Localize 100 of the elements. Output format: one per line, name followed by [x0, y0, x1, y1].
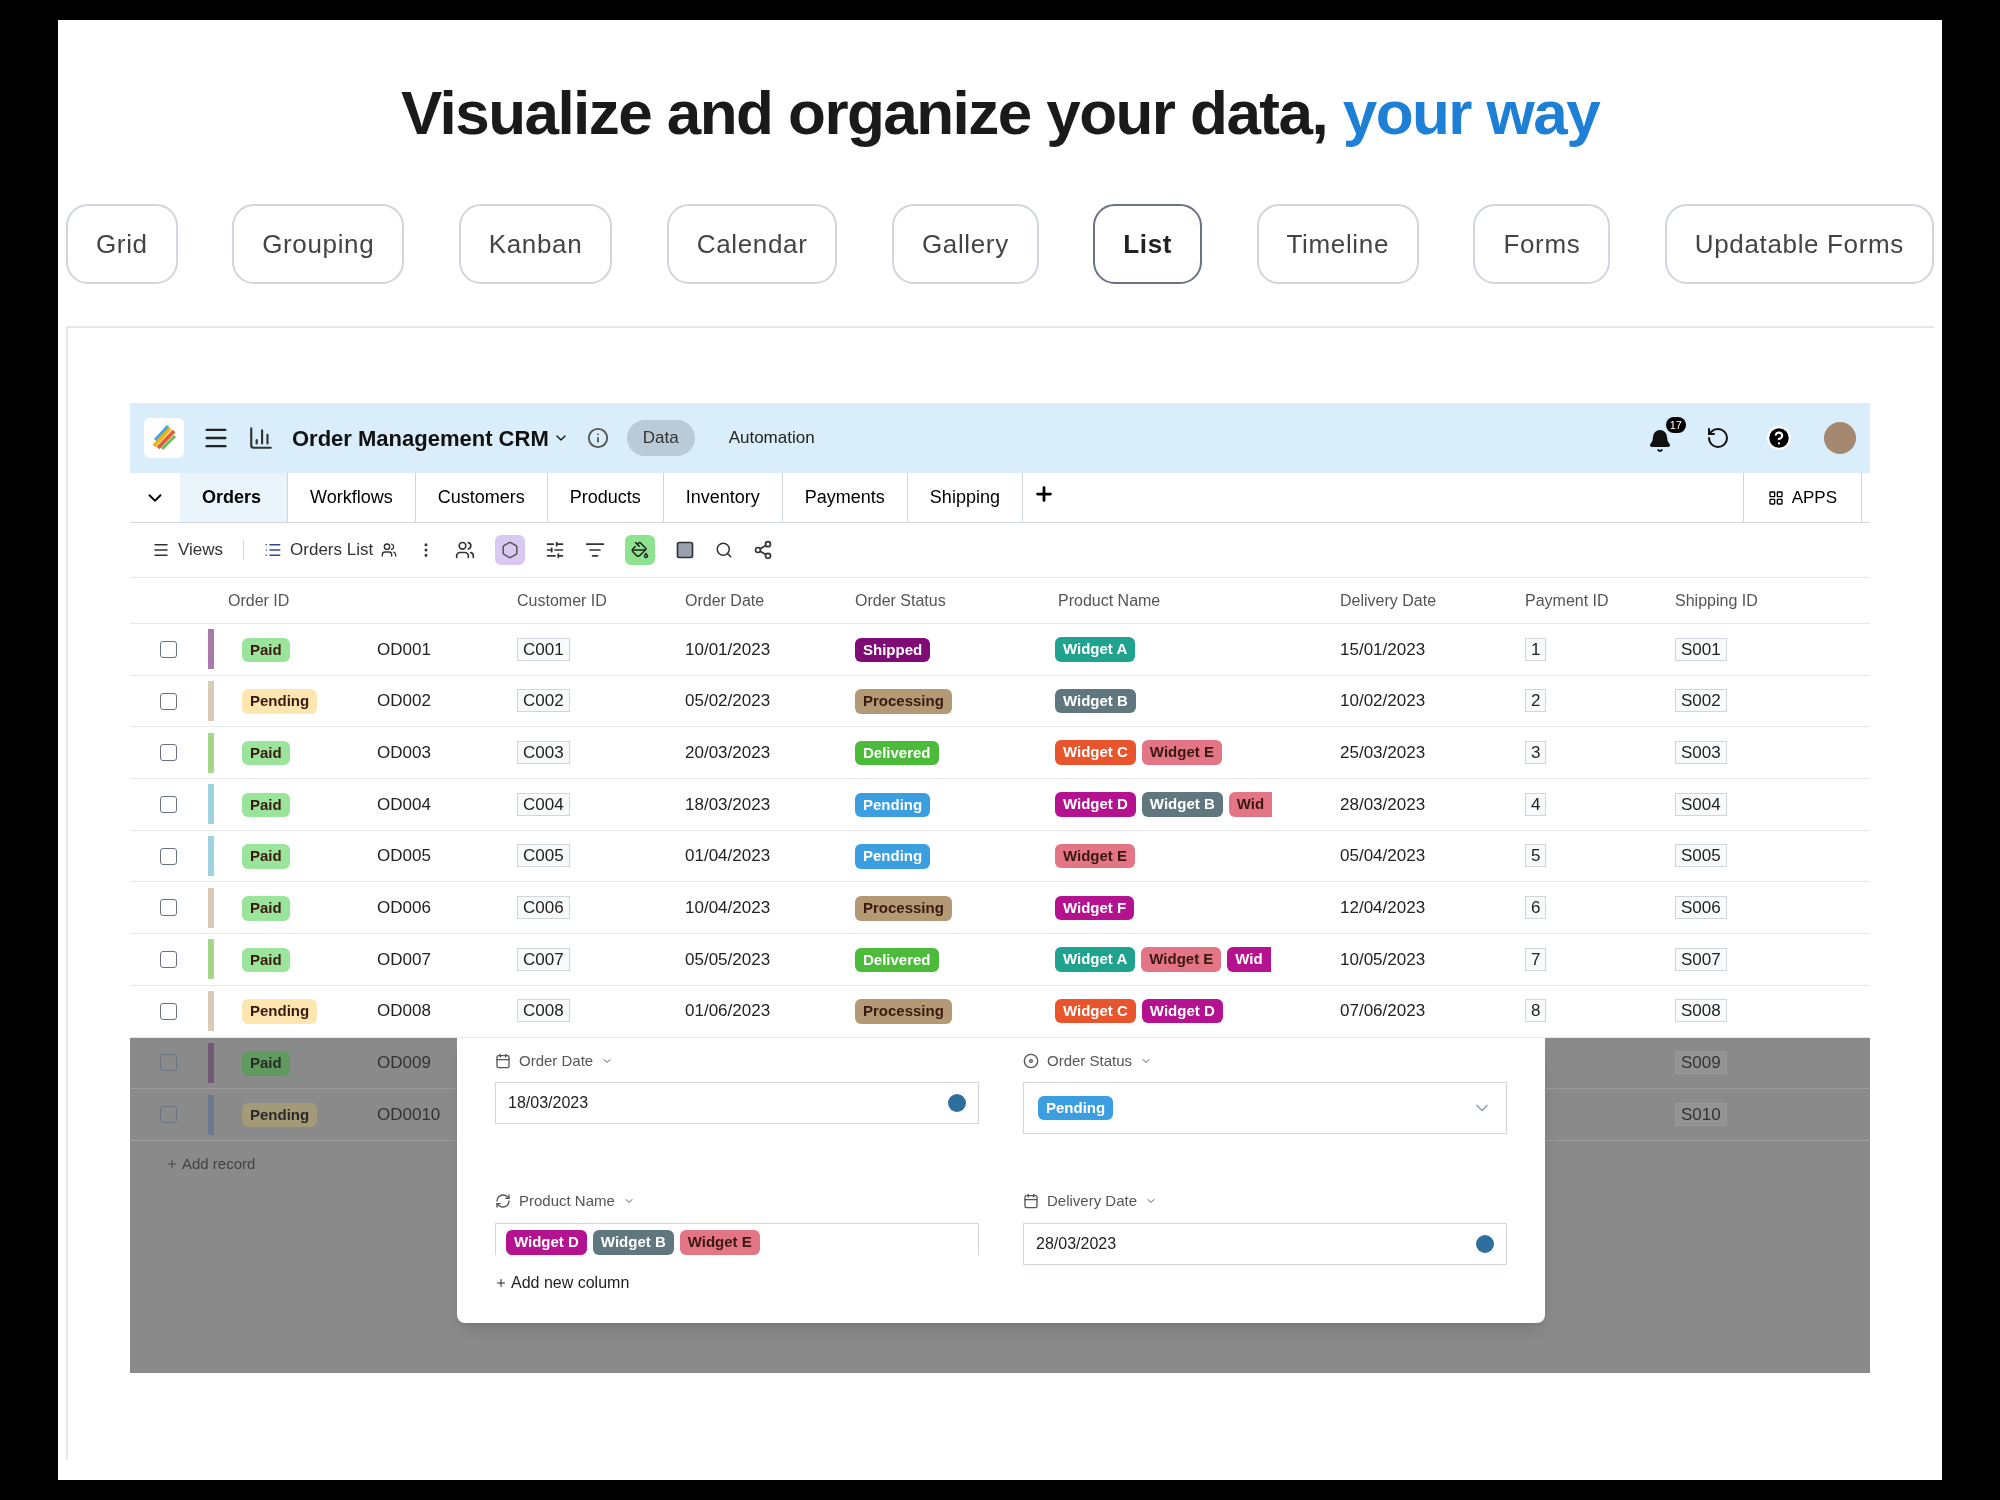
- menu-icon: [152, 541, 170, 559]
- column-header[interactable]: Payment ID: [1525, 588, 1675, 613]
- view-tab[interactable]: Gallery: [891, 204, 1039, 284]
- column-header[interactable]: Order Date: [685, 588, 855, 613]
- row-checkbox[interactable]: [160, 692, 177, 710]
- tag: Widget E: [1141, 947, 1222, 972]
- customer-id-chip: C006: [517, 896, 570, 920]
- shipping-id-chip: S007: [1675, 947, 1727, 971]
- tag: Widget D: [1141, 998, 1223, 1024]
- tag: Delivered: [855, 740, 939, 766]
- filter-icon[interactable]: [585, 540, 606, 560]
- row-checkbox[interactable]: [160, 950, 177, 968]
- view-tab[interactable]: List: [1093, 204, 1203, 284]
- tag: Wid: [1227, 947, 1271, 972]
- view-tab[interactable]: Updatable Forms: [1664, 204, 1934, 284]
- view-tab[interactable]: Kanban: [458, 204, 613, 284]
- row-checkbox[interactable]: [160, 1054, 177, 1072]
- shipping-id-chip: S010: [1675, 1102, 1727, 1126]
- info-icon[interactable]: [586, 427, 609, 449]
- shipping-id-chip: S003: [1675, 740, 1727, 764]
- list-icon: [264, 541, 283, 559]
- column-header[interactable]: Shipping ID: [1675, 588, 1855, 613]
- view-selector[interactable]: Orders List: [264, 537, 398, 563]
- bar-chart-icon[interactable]: [248, 425, 274, 451]
- field-label[interactable]: Delivery Date: [1023, 1190, 1507, 1213]
- column-header[interactable]: Order Status: [855, 588, 1055, 613]
- avatar[interactable]: [1824, 422, 1856, 454]
- tag: Processing: [855, 689, 952, 714]
- view-tab[interactable]: Calendar: [666, 204, 838, 284]
- row-checkbox[interactable]: [160, 1002, 177, 1020]
- view-tab[interactable]: Grid: [66, 204, 178, 284]
- shipping-id-chip: S009: [1675, 1051, 1727, 1075]
- add-column-button[interactable]: Add new column: [495, 1270, 630, 1295]
- tag: Delivered: [855, 947, 939, 973]
- tag: Paid: [242, 896, 290, 921]
- tag: Processing: [855, 896, 952, 921]
- column-header[interactable]: Delivery Date: [1340, 588, 1525, 613]
- apps-button[interactable]: APPS: [1742, 473, 1862, 522]
- field-label[interactable]: Order Date: [495, 1049, 979, 1072]
- date-field[interactable]: 28/03/2023: [1023, 1222, 1507, 1265]
- field-label[interactable]: Product Name: [495, 1190, 979, 1213]
- tag: Pending: [242, 1102, 318, 1128]
- row-checkbox[interactable]: [160, 640, 177, 658]
- table-cell-text: 12/04/2023: [1340, 897, 1427, 920]
- tag: Widget C: [1055, 740, 1136, 765]
- table-cell-text: 05/04/2023: [1340, 845, 1427, 868]
- table-cell-text: 10/05/2023: [1340, 948, 1427, 971]
- sliders-icon[interactable]: [545, 540, 566, 560]
- view-tab[interactable]: Grouping: [232, 204, 405, 284]
- tag: Wid: [1228, 792, 1273, 817]
- shipping-id-chip: S008: [1675, 999, 1727, 1023]
- tag: Widget B: [592, 1230, 674, 1255]
- view-tab[interactable]: Forms: [1473, 204, 1611, 284]
- row-checkbox[interactable]: [160, 847, 177, 865]
- field-label[interactable]: Order Status: [1023, 1049, 1507, 1072]
- row-height-icon[interactable]: [675, 540, 696, 560]
- tag: Widget B: [1141, 792, 1223, 817]
- nav-tab[interactable]: Data: [626, 420, 695, 456]
- history-icon[interactable]: [1706, 426, 1730, 450]
- row-checkbox[interactable]: [160, 744, 177, 762]
- tags-field[interactable]: Widget D Widget B Widget E: [495, 1222, 979, 1255]
- table-cell-text: OD008: [377, 1000, 432, 1023]
- nav-tab[interactable]: Automation: [712, 420, 831, 456]
- tag: Paid: [242, 740, 290, 766]
- search-icon[interactable]: [715, 541, 734, 559]
- share-icon[interactable]: [753, 540, 774, 560]
- view-tab[interactable]: Timeline: [1256, 204, 1419, 284]
- column-header[interactable]: Customer ID: [517, 588, 685, 613]
- row-checkbox[interactable]: [160, 1106, 177, 1124]
- help-icon[interactable]: [1766, 425, 1792, 451]
- payment-id-chip: 7: [1525, 947, 1547, 971]
- tag: Pending: [242, 999, 318, 1024]
- row-checkbox[interactable]: [160, 795, 177, 813]
- table-cell-text: OD005: [377, 845, 432, 868]
- table-cell-text: 20/03/2023: [685, 741, 772, 764]
- payment-id-chip: 4: [1525, 792, 1547, 816]
- logo-icon: [144, 418, 184, 458]
- views-button[interactable]: Views: [152, 537, 224, 563]
- table-cell: OD0010: [377, 1104, 441, 1124]
- customer-id-chip: C005: [517, 844, 570, 868]
- payment-id-chip: 5: [1525, 844, 1547, 868]
- tag: Widget A: [1055, 637, 1136, 662]
- app-title[interactable]: Order Management CRM: [292, 421, 569, 455]
- date-field[interactable]: 18/03/2023: [495, 1082, 979, 1124]
- clear-icon[interactable]: [948, 1094, 966, 1112]
- tag: Processing: [855, 999, 952, 1024]
- plus-icon: [495, 1276, 507, 1289]
- column-header[interactable]: Product Name: [1055, 588, 1340, 613]
- people-icon[interactable]: [455, 540, 476, 560]
- paint-bucket-icon[interactable]: [625, 535, 656, 565]
- row-checkbox[interactable]: [160, 899, 177, 917]
- tag: Widget D: [1055, 792, 1136, 817]
- shipping-id-chip: S001: [1675, 637, 1727, 661]
- table-tab[interactable]: Orders: [180, 473, 288, 522]
- shipping-id-chip: S005: [1675, 844, 1727, 868]
- bell-icon[interactable]: [1648, 429, 1672, 453]
- table-cell-text: OD004: [377, 793, 432, 816]
- table-cell: OD009: [377, 1053, 431, 1073]
- column-header[interactable]: Order ID: [222, 588, 517, 613]
- clear-icon[interactable]: [1476, 1234, 1494, 1253]
